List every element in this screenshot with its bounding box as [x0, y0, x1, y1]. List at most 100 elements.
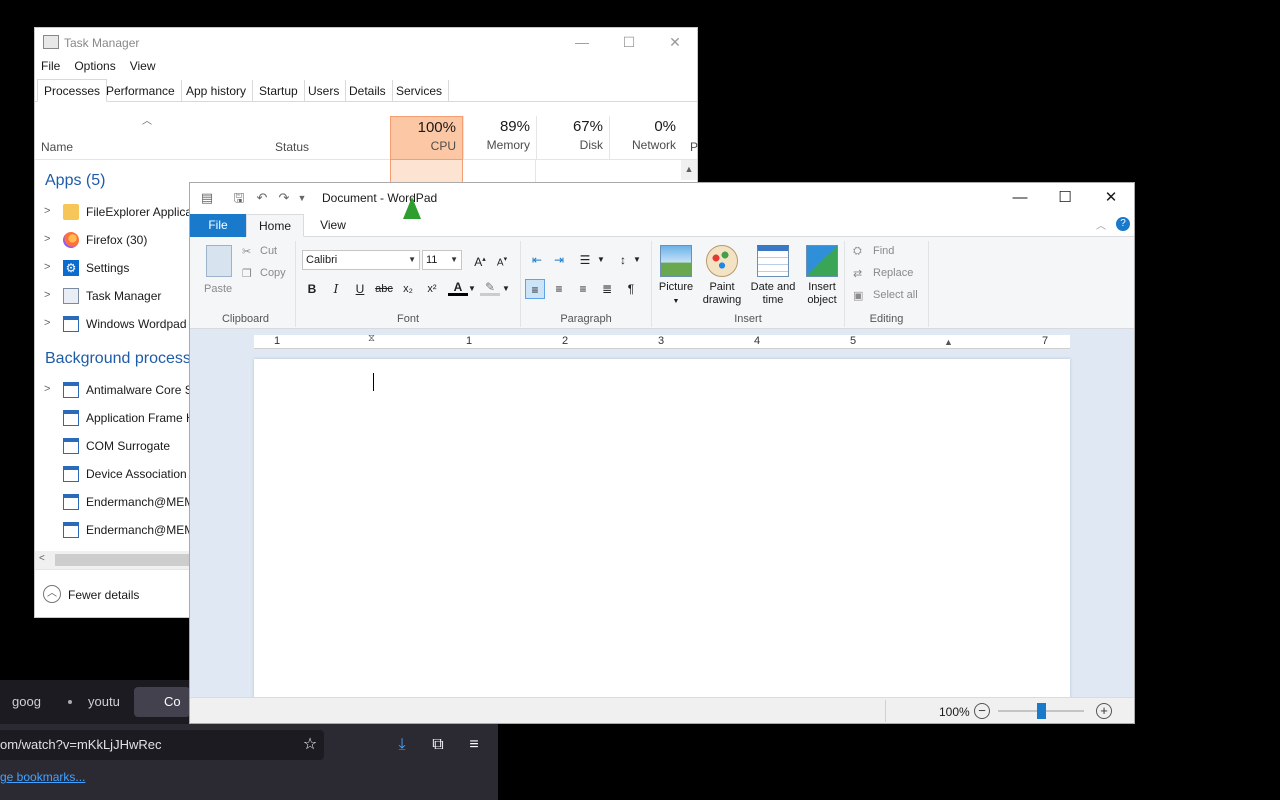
align-center-icon[interactable]: ≡: [549, 279, 569, 299]
align-left-icon[interactable]: ≡: [525, 279, 545, 299]
font-size-select[interactable]: 11 ▼: [422, 250, 462, 270]
url-bar[interactable]: om/watch?v=mKkLjJHwRec: [0, 730, 324, 760]
underline-icon[interactable]: U: [350, 279, 370, 299]
maximize-button[interactable]: ☐: [1043, 185, 1087, 211]
document-page[interactable]: [254, 359, 1070, 699]
process-row[interactable]: > Task Manager: [35, 282, 195, 310]
close-button[interactable]: ✕: [1089, 185, 1133, 211]
bookmark-star-icon[interactable]: ☆: [299, 734, 321, 756]
process-row[interactable]: > Windows Wordpad: [35, 310, 195, 338]
strikethrough-icon[interactable]: abc: [374, 279, 394, 299]
replace-button[interactable]: Replace: [873, 267, 913, 279]
undo-icon[interactable]: ↶: [254, 190, 270, 206]
menu-hamburger-icon[interactable]: ≡: [463, 734, 485, 756]
process-row[interactable]: Endermanch@MEM: [35, 488, 195, 516]
align-right-icon[interactable]: ≡: [573, 279, 593, 299]
dropdown-arrow-icon[interactable]: ▼: [627, 250, 647, 270]
process-row[interactable]: Endermanch@MEM: [35, 516, 195, 544]
help-icon[interactable]: ?: [1116, 217, 1130, 231]
expand-chevron-icon[interactable]: >: [44, 289, 50, 301]
ruler[interactable]: 1 ⧖ 1 2 3 4 5 ▲ 7: [254, 333, 1070, 349]
download-icon[interactable]: ⤓: [391, 734, 413, 756]
process-row[interactable]: Application Frame H: [35, 404, 195, 432]
column-disk[interactable]: 67% Disk: [536, 116, 609, 160]
tab-processes[interactable]: Processes: [37, 79, 108, 102]
scrollbar-thumb[interactable]: [55, 554, 195, 566]
insert-object-button[interactable]: Insert object: [800, 245, 844, 307]
tab-view[interactable]: View: [308, 214, 358, 237]
tab-details[interactable]: Details: [343, 80, 393, 102]
subscript-icon[interactable]: x₂: [398, 279, 418, 299]
expand-chevron-icon[interactable]: >: [44, 383, 50, 395]
zoom-slider-thumb[interactable]: [1037, 703, 1046, 719]
expand-chevron-icon[interactable]: >: [44, 261, 50, 273]
task-manager-titlebar[interactable]: Task Manager — ☐ ✕: [35, 28, 697, 57]
right-indent-marker-icon[interactable]: ▲: [944, 337, 953, 347]
dropdown-arrow-icon[interactable]: ▼: [591, 250, 611, 270]
dropdown-arrow-icon[interactable]: ▼: [462, 279, 482, 299]
zoom-out-icon[interactable]: −: [974, 703, 990, 719]
maximize-button[interactable]: ☐: [614, 32, 644, 52]
copy-button[interactable]: Copy: [260, 267, 286, 279]
process-row[interactable]: > Antimalware Core S: [35, 376, 195, 404]
menu-view[interactable]: View: [130, 59, 156, 73]
paste-icon[interactable]: [206, 245, 232, 277]
minimize-button[interactable]: —: [998, 185, 1042, 211]
justify-icon[interactable]: ≣: [597, 279, 617, 299]
column-power-cut[interactable]: P: [690, 140, 698, 154]
tab-file[interactable]: File: [190, 214, 246, 237]
menu-file[interactable]: File: [41, 59, 60, 73]
find-button[interactable]: Find: [873, 245, 894, 257]
process-row[interactable]: > Firefox (30): [35, 226, 195, 254]
extensions-icon[interactable]: ⧉: [427, 734, 449, 756]
tab-home[interactable]: Home: [246, 214, 304, 237]
save-icon[interactable]: 🖫: [231, 190, 247, 206]
horizontal-scrollbar[interactable]: <: [35, 551, 195, 569]
column-status[interactable]: Status: [275, 140, 309, 154]
process-row[interactable]: COM Surrogate: [35, 432, 195, 460]
browser-tab-google[interactable]: goog: [12, 687, 52, 717]
process-row[interactable]: > ⚙ Settings: [35, 254, 195, 282]
tab-users[interactable]: Users: [302, 80, 347, 102]
superscript-icon[interactable]: x²: [422, 279, 442, 299]
tab-startup[interactable]: Startup: [253, 80, 305, 102]
chevron-up-icon[interactable]: ︿: [43, 585, 61, 603]
scroll-left-icon[interactable]: <: [39, 553, 45, 564]
italic-icon[interactable]: I: [326, 279, 346, 299]
zoom-in-icon[interactable]: +: [1096, 703, 1112, 719]
menu-options[interactable]: Options: [74, 59, 115, 73]
fewer-details-button[interactable]: Fewer details: [68, 588, 139, 602]
date-time-button[interactable]: Date and time: [748, 245, 798, 307]
close-button[interactable]: ✕: [660, 32, 690, 52]
customize-qat-icon[interactable]: ▼: [294, 190, 310, 206]
insert-picture-button[interactable]: Picture ▼: [654, 245, 698, 308]
paste-button[interactable]: Paste: [204, 283, 232, 295]
tab-performance[interactable]: Performance: [100, 80, 182, 102]
indent-marker-icon[interactable]: ⧖: [368, 333, 375, 344]
column-memory[interactable]: 89% Memory: [463, 116, 536, 160]
process-row[interactable]: > FileExplorer Applica: [35, 198, 195, 226]
tab-app-history[interactable]: App history: [180, 80, 254, 102]
minimize-button[interactable]: —: [567, 32, 597, 52]
expand-chevron-icon[interactable]: >: [44, 317, 50, 329]
bold-icon[interactable]: B: [302, 279, 322, 299]
column-name[interactable]: Name: [41, 140, 73, 154]
column-cpu[interactable]: 100% CPU: [390, 116, 463, 160]
increase-indent-icon[interactable]: ⇥: [549, 250, 569, 270]
process-row[interactable]: Device Association F: [35, 460, 195, 488]
tab-services[interactable]: Services: [390, 80, 450, 102]
scroll-up-button[interactable]: ▲: [681, 160, 697, 180]
dropdown-arrow-icon[interactable]: ▼: [496, 279, 516, 299]
cut-button[interactable]: Cut: [260, 245, 277, 257]
select-all-button[interactable]: Select all: [873, 289, 918, 301]
browser-tab-youtube[interactable]: youtu: [88, 687, 124, 717]
wordpad-titlebar[interactable]: ▤ 🖫 ↶ ↷ ▼ Document - WordPad — ☐ ✕: [190, 183, 1134, 213]
expand-chevron-icon[interactable]: >: [44, 205, 50, 217]
column-network[interactable]: 0% Network: [609, 116, 682, 160]
paint-drawing-button[interactable]: Paint drawing: [700, 245, 744, 307]
redo-icon[interactable]: ↷: [276, 190, 292, 206]
expand-chevron-icon[interactable]: >: [44, 233, 50, 245]
minimize-ribbon-icon[interactable]: ︿: [1096, 217, 1106, 232]
shrink-font-icon[interactable]: A▾: [492, 250, 512, 270]
grow-font-icon[interactable]: A▴: [470, 250, 490, 270]
